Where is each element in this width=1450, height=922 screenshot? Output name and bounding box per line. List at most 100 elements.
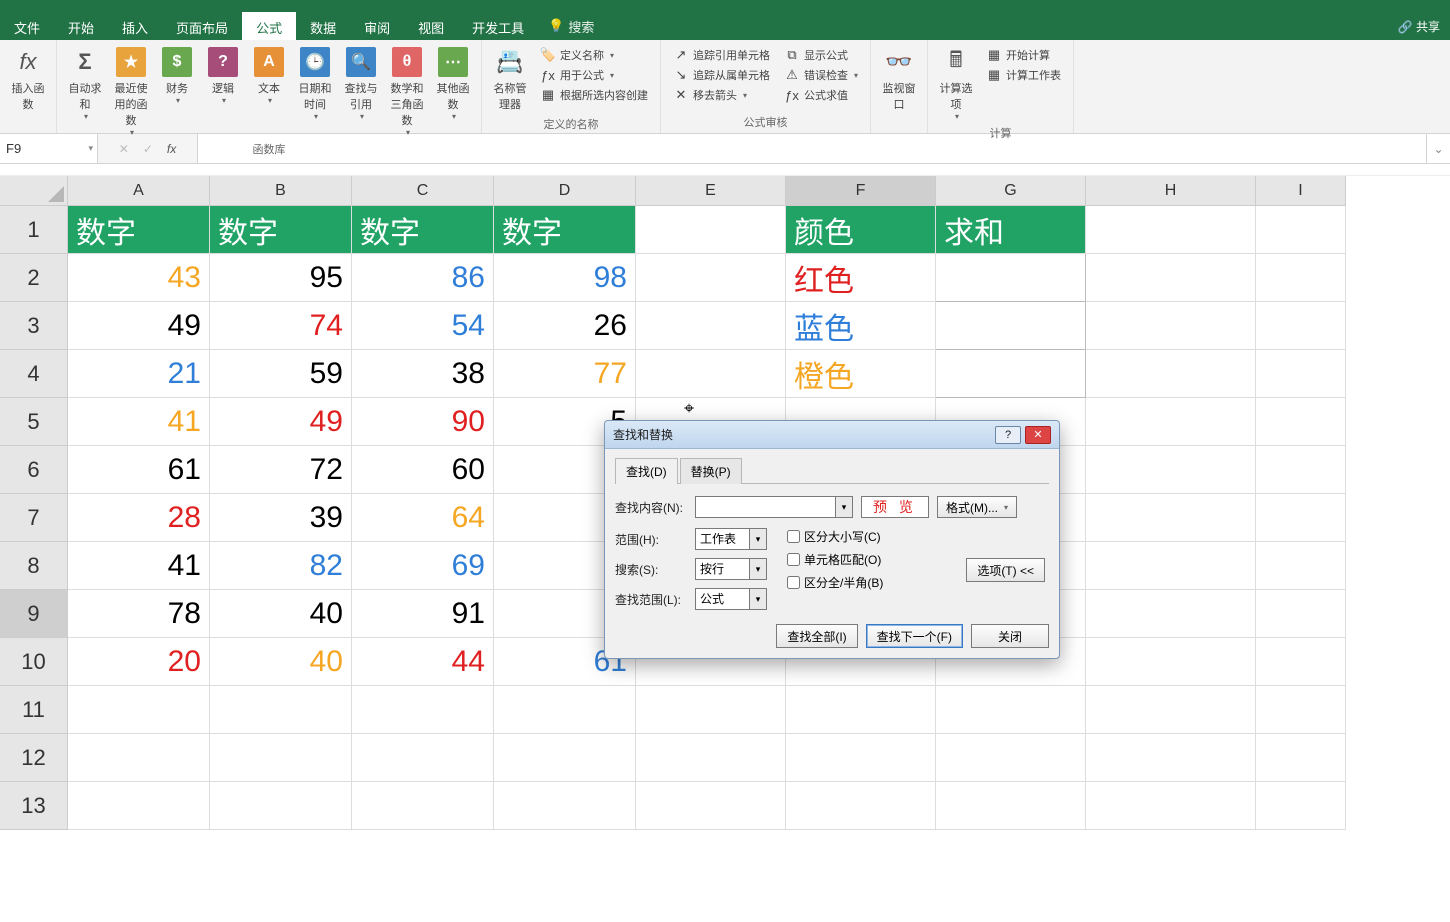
cell-H13[interactable] [1086,782,1256,830]
cell-G2[interactable] [936,254,1086,302]
row-header-1[interactable]: 1 [0,206,68,254]
cell-C9[interactable]: 91 [352,590,494,638]
tab-home[interactable]: 开始 [54,12,108,40]
cell-I12[interactable] [1256,734,1346,782]
cell-A5[interactable]: 41 [68,398,210,446]
name-manager-button[interactable]: 📇 名称管理器 [488,44,532,114]
cell-B6[interactable]: 72 [210,446,352,494]
cell-A1[interactable]: 数字 [68,206,210,254]
cell-C12[interactable] [352,734,494,782]
row-header-4[interactable]: 4 [0,350,68,398]
col-header-H[interactable]: H [1086,176,1256,206]
name-box[interactable]: F9 ▾ [0,134,98,163]
match-case-checkbox[interactable]: 区分大小写(C) [787,528,883,545]
cell-A3[interactable]: 49 [68,302,210,350]
cell-A2[interactable]: 43 [68,254,210,302]
row-header-3[interactable]: 3 [0,302,68,350]
row-header-6[interactable]: 6 [0,446,68,494]
find-next-button[interactable]: 查找下一个(F) [866,624,963,648]
within-dropdown[interactable]: ▾ [749,528,767,550]
cell-B7[interactable]: 39 [210,494,352,542]
lookup-button[interactable]: 🔍 查找与引用▾ [339,44,383,139]
cell-A4[interactable]: 21 [68,350,210,398]
cell-E11[interactable] [636,686,786,734]
cell-C10[interactable]: 44 [352,638,494,686]
cell-B13[interactable] [210,782,352,830]
cell-E4[interactable] [636,350,786,398]
cell-D4[interactable]: 77 [494,350,636,398]
row-header-11[interactable]: 11 [0,686,68,734]
cell-I1[interactable] [1256,206,1346,254]
cell-F2[interactable]: 红色 [786,254,936,302]
cell-I3[interactable] [1256,302,1346,350]
match-entire-checkbox[interactable]: 单元格匹配(O) [787,551,883,568]
cell-H5[interactable] [1086,398,1256,446]
cell-C4[interactable]: 38 [352,350,494,398]
cell-H8[interactable] [1086,542,1256,590]
cell-G1[interactable]: 求和 [936,206,1086,254]
cell-A11[interactable] [68,686,210,734]
cell-G11[interactable] [936,686,1086,734]
row-header-9[interactable]: 9 [0,590,68,638]
expand-formula-bar-icon[interactable]: ⌄ [1426,134,1450,163]
cell-F12[interactable] [786,734,936,782]
row-header-8[interactable]: 8 [0,542,68,590]
cell-I11[interactable] [1256,686,1346,734]
cell-G12[interactable] [936,734,1086,782]
cell-F11[interactable] [786,686,936,734]
cell-A13[interactable] [68,782,210,830]
tab-file[interactable]: 文件 [0,12,54,40]
col-header-D[interactable]: D [494,176,636,206]
cell-C6[interactable]: 60 [352,446,494,494]
cell-D11[interactable] [494,686,636,734]
define-name-button[interactable]: 🏷️定义名称▾ [538,46,650,64]
col-header-G[interactable]: G [936,176,1086,206]
watch-window-button[interactable]: 👓 监视窗口 [877,44,921,128]
tab-formulas[interactable]: 公式 [242,12,296,40]
col-header-A[interactable]: A [68,176,210,206]
cell-H1[interactable] [1086,206,1256,254]
cell-C2[interactable]: 86 [352,254,494,302]
cell-H6[interactable] [1086,446,1256,494]
cell-B2[interactable]: 95 [210,254,352,302]
share-button[interactable]: 🔗 共享 [1388,12,1450,40]
replace-tab[interactable]: 替换(P) [680,458,742,484]
calculation-options-button[interactable]: 🖩 计算选项▾ [934,44,978,123]
cell-C11[interactable] [352,686,494,734]
cell-D12[interactable] [494,734,636,782]
mathtrig-button[interactable]: θ 数学和三角函数▾ [385,44,429,139]
tab-layout[interactable]: 页面布局 [162,12,242,40]
cell-I6[interactable] [1256,446,1346,494]
cell-C7[interactable]: 64 [352,494,494,542]
cell-F13[interactable] [786,782,936,830]
cell-H12[interactable] [1086,734,1256,782]
cell-I8[interactable] [1256,542,1346,590]
cell-A7[interactable]: 28 [68,494,210,542]
match-byte-checkbox[interactable]: 区分全/半角(B) [787,574,883,591]
cell-B11[interactable] [210,686,352,734]
cell-B4[interactable]: 59 [210,350,352,398]
cell-C13[interactable] [352,782,494,830]
cell-I10[interactable] [1256,638,1346,686]
find-what-dropdown[interactable]: ▾ [835,496,853,518]
lookin-dropdown[interactable]: ▾ [749,588,767,610]
cell-F3[interactable]: 蓝色 [786,302,936,350]
cell-E13[interactable] [636,782,786,830]
cell-C8[interactable]: 69 [352,542,494,590]
row-header-10[interactable]: 10 [0,638,68,686]
error-checking-button[interactable]: ⚠错误检查▾ [782,66,860,84]
cell-E2[interactable] [636,254,786,302]
help-button[interactable]: ? [995,426,1021,444]
col-header-F[interactable]: F [786,176,936,206]
cell-D13[interactable] [494,782,636,830]
cell-E12[interactable] [636,734,786,782]
cell-H3[interactable] [1086,302,1256,350]
cell-D3[interactable]: 26 [494,302,636,350]
cell-H11[interactable] [1086,686,1256,734]
financial-button[interactable]: $ 财务▾ [155,44,199,139]
calculate-now-button[interactable]: ▦开始计算 [984,46,1063,64]
cell-B1[interactable]: 数字 [210,206,352,254]
cell-H4[interactable] [1086,350,1256,398]
evaluate-formula-button[interactable]: ƒx公式求值 [782,86,860,104]
cell-G4[interactable] [936,350,1086,398]
